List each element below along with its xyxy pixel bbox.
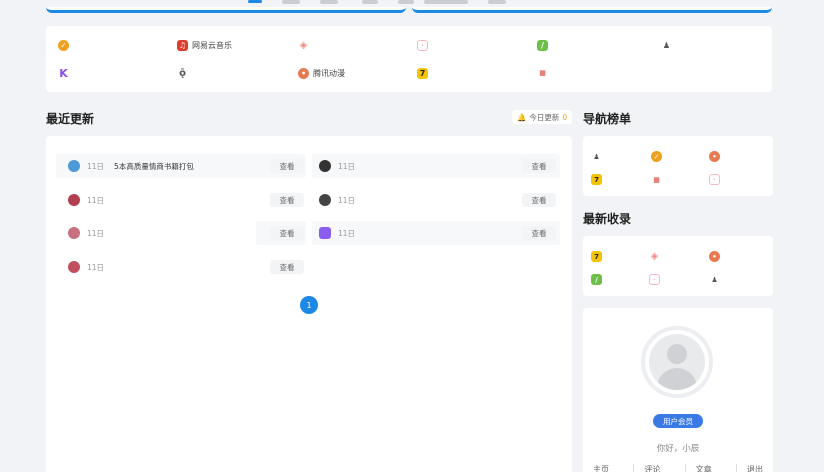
site-link[interactable]: · [417,38,432,52]
site-label: 网易云音乐 [192,40,232,50]
list-item[interactable]: 11日 5本高质量情商书籍打包 [68,155,194,177]
user-link-logout[interactable]: 退出 [735,464,763,472]
nav-item[interactable] [282,0,300,4]
site-link[interactable]: • 腾讯动漫 [298,66,345,80]
orange-badge-icon: ✓ [58,39,69,51]
view-button[interactable]: 查看 [270,226,304,240]
view-button[interactable]: 查看 [522,193,556,207]
site-link[interactable]: K [58,66,73,80]
nav-item[interactable] [320,0,338,4]
member-button[interactable]: 用户会员 [653,414,703,428]
list-item[interactable]: 11日 [319,222,365,244]
seven-logo-icon: 7 [417,67,428,79]
site-label: 腾讯动漫 [313,68,345,78]
list-item[interactable]: 11日 [319,155,365,177]
item-date: 11日 [87,228,105,238]
character-icon[interactable]: ♟ [591,151,602,162]
user-greeting: 你好，小辰 [656,444,700,454]
site-link[interactable]: 7 [417,66,432,80]
site-link[interactable]: ǭ [177,66,192,80]
item-date: 11日 [338,228,356,238]
site-link[interactable]: ▦ [537,66,552,80]
item-avatar [68,194,80,206]
leaf-icon[interactable]: / [591,274,602,285]
tencent-comic-icon[interactable]: • [709,251,720,262]
character-icon[interactable]: ♟ [709,274,720,285]
site-link[interactable]: ✓ [58,38,73,52]
pig-icon: · [417,39,428,51]
view-button[interactable]: 查看 [270,260,304,274]
item-avatar [319,227,331,239]
xiaodao-logo-icon: ▦ [539,69,546,77]
avatar[interactable] [641,326,713,398]
bell-icon: 🔔 [517,112,527,122]
user-links: 主页 评论 文章 退出 [593,464,763,472]
diamond-icon: ◈ [299,39,308,51]
default-avatar-icon [649,334,705,390]
nav-item-active[interactable] [248,0,262,3]
item-avatar [319,160,331,172]
search-box-right[interactable] [412,7,772,13]
today-label: 今日更新 [529,112,560,122]
user-link-home[interactable]: 主页 [593,464,609,472]
k-logo-icon: K [59,66,68,80]
view-button[interactable]: 查看 [270,193,304,207]
sites-card: ✓ ♫ 网易云音乐 ◈ · / ♟ K ǭ • 腾讯动漫 7 ▦ [46,26,772,92]
top-nav-fragment [0,0,824,13]
item-date: 11日 [338,195,356,205]
view-button[interactable]: 查看 [522,159,556,173]
orange-badge-icon[interactable]: ✓ [651,151,662,162]
site-link[interactable]: ◈ [298,38,313,52]
item-title: 5本高质量情商书籍打包 [114,161,194,171]
nav-ranking-card: ♟ ✓ • 7 ▦ · [583,136,773,196]
nav-ranking-title: 导航榜单 [583,112,632,126]
recent-updates-title: 最近更新 [46,112,95,126]
tencent-comic-icon: • [298,67,309,79]
netease-music-icon: ♫ [177,39,188,51]
site-link[interactable]: / [537,38,552,52]
item-avatar [319,194,331,206]
q-logo-icon: ǭ [179,67,186,79]
list-item[interactable]: 11日 [68,256,114,278]
pig-icon[interactable]: · [649,274,660,285]
latest-card: 7 ◈ • / · ♟ [583,236,773,296]
latest-title: 最新收录 [583,212,632,226]
view-button[interactable]: 查看 [270,159,304,173]
item-avatar [68,227,80,239]
seven-logo-icon[interactable]: 7 [591,251,602,262]
item-date: 11日 [338,161,356,171]
user-link-articles[interactable]: 文章 [684,464,712,472]
tencent-comic-icon[interactable]: • [709,151,720,162]
today-count: 0 [562,112,568,122]
nav-item[interactable] [362,0,378,4]
item-avatar [68,160,80,172]
xiaodao-logo-icon[interactable]: ▦ [651,174,662,185]
item-date: 11日 [87,195,105,205]
list-item[interactable]: 11日 [319,189,365,211]
leaf-icon: / [537,39,548,51]
recent-updates-panel: 11日 5本高质量情商书籍打包 查看 11日 查看 11日 查看 11日 查看 … [46,136,572,472]
seven-logo-icon[interactable]: 7 [591,174,602,185]
pagination-page[interactable]: 1 [300,296,318,314]
site-link[interactable]: ♟ [661,38,676,52]
character-icon: ♟ [662,40,671,50]
user-card: 用户会员 你好，小辰 主页 评论 文章 退出 [583,308,773,472]
item-avatar [68,261,80,273]
list-item[interactable]: 11日 [68,189,114,211]
today-update-badge[interactable]: 🔔 今日更新 0 [512,110,573,124]
diamond-icon[interactable]: ◈ [649,251,660,262]
item-date: 11日 [87,262,105,272]
user-link-comments[interactable]: 评论 [633,464,660,472]
view-button[interactable]: 查看 [522,226,556,240]
list-item[interactable]: 11日 [68,222,114,244]
item-date: 11日 [87,161,105,171]
nav-item[interactable] [398,0,414,4]
pig-icon[interactable]: · [709,174,720,185]
search-box-left[interactable] [46,7,406,13]
site-link[interactable]: ♫ 网易云音乐 [177,38,232,52]
nav-item[interactable] [424,0,468,4]
nav-item[interactable] [488,0,506,4]
